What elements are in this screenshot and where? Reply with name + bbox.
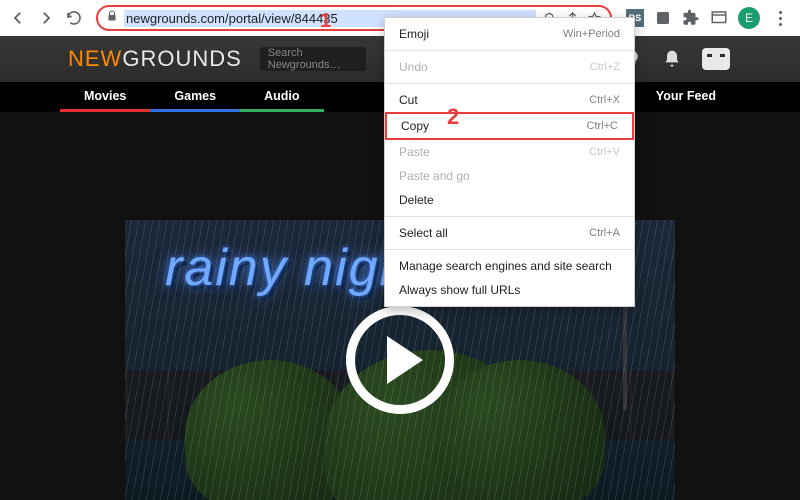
profile-avatar[interactable]: E: [738, 7, 760, 29]
ctx-select-all[interactable]: Select allCtrl+A: [385, 221, 634, 245]
chrome-menu-icon[interactable]: [770, 11, 790, 26]
ctx-paste-and-go: Paste and go: [385, 164, 634, 188]
tab-games[interactable]: Games: [150, 82, 240, 112]
lock-icon: [106, 9, 118, 27]
user-face-icon[interactable]: [702, 48, 730, 70]
bell-icon[interactable]: [662, 49, 682, 69]
ctx-show-full-urls[interactable]: Always show full URLs: [385, 278, 634, 302]
newgrounds-logo[interactable]: NEWGROUNDS: [68, 46, 242, 72]
ctx-separator: [385, 216, 634, 217]
extensions-row: BS E: [622, 7, 794, 29]
back-button[interactable]: [6, 6, 30, 30]
extensions-puzzle-icon[interactable]: [682, 9, 700, 27]
annotation-1: 1: [320, 10, 331, 33]
ctx-cut[interactable]: CutCtrl+X: [385, 88, 634, 112]
ctx-manage-search[interactable]: Manage search engines and site search: [385, 254, 634, 278]
tab-your-feed[interactable]: Your Feed: [632, 82, 740, 112]
ctx-paste: PasteCtrl+V: [385, 140, 634, 164]
ctx-copy[interactable]: CopyCtrl+C: [385, 112, 634, 140]
context-menu: EmojiWin+Period UndoCtrl+Z CutCtrl+X Cop…: [384, 17, 635, 307]
ctx-separator: [385, 83, 634, 84]
forward-button[interactable]: [34, 6, 58, 30]
ctx-undo: UndoCtrl+Z: [385, 55, 634, 79]
ctx-emoji[interactable]: EmojiWin+Period: [385, 22, 634, 46]
header-right: [622, 48, 800, 70]
play-button[interactable]: [346, 306, 454, 414]
ctx-delete[interactable]: Delete: [385, 188, 634, 212]
logo-part-new: NEW: [68, 46, 122, 72]
window-icon[interactable]: [710, 9, 728, 27]
tab-movies[interactable]: Movies: [60, 82, 150, 112]
ctx-separator: [385, 249, 634, 250]
reload-button[interactable]: [62, 6, 86, 30]
extension-script-icon[interactable]: [654, 9, 672, 27]
site-search-input[interactable]: Search Newgrounds…: [260, 47, 366, 71]
logo-part-grounds: GROUNDS: [122, 46, 241, 72]
tab-audio[interactable]: Audio: [240, 82, 323, 112]
ctx-separator: [385, 50, 634, 51]
annotation-2: 2: [447, 104, 459, 130]
